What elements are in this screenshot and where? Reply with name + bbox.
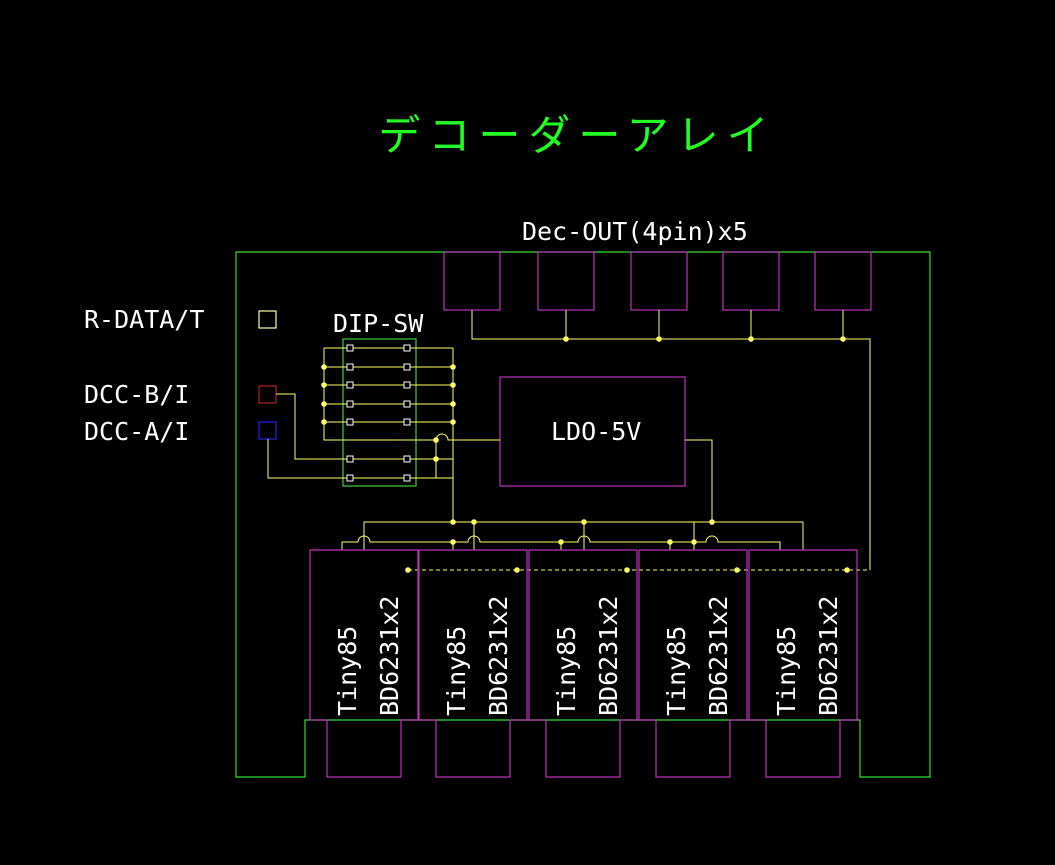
output-connector [630, 251, 688, 311]
decoder-module: Tiny85 BD6231x2 [309, 549, 419, 778]
ldo-label: LDO-5V [551, 417, 641, 446]
module-chip-label: Tiny85 [552, 626, 581, 716]
dip-switch-frame [342, 338, 417, 487]
dcc-b-label: DCC-B/I [84, 380, 189, 409]
module-driver-label: BD6231x2 [484, 596, 513, 716]
decoder-module: Tiny85 BD6231x2 [528, 549, 638, 778]
module-driver-label: BD6231x2 [594, 596, 623, 716]
module-chip-label: Tiny85 [772, 626, 801, 716]
dec-out-label: Dec-OUT(4pin)x5 [522, 217, 748, 246]
output-connector [537, 251, 595, 311]
output-connector [443, 251, 501, 311]
output-connector [814, 251, 872, 311]
output-connector [722, 251, 780, 311]
dip-sw-label: DIP-SW [333, 309, 424, 338]
dip-switch-pads [346, 344, 411, 482]
decoder-module: Tiny85 BD6231x2 [748, 549, 858, 778]
decoder-module: Tiny85 BD6231x2 [418, 549, 528, 778]
decoder-array-diagram: Tiny85 BD6231x2 Tiny85 BD6231x2 Tiny85 BD6231… [84, 217, 931, 778]
decoder-modules: Tiny85 BD6231x2 Tiny85 BD6231x2 Tiny85 BD6231… [309, 549, 858, 778]
decoder-module: Tiny85 BD6231x2 [638, 549, 748, 778]
dcc-a-label: DCC-A/I [84, 417, 189, 446]
module-driver-label: BD6231x2 [704, 596, 733, 716]
output-connectors [443, 251, 872, 311]
junction-dots [321, 336, 850, 573]
module-driver-label: BD6231x2 [814, 596, 843, 716]
dcc-a-pad [258, 421, 277, 440]
module-chip-label: Tiny85 [442, 626, 471, 716]
module-driver-label: BD6231x2 [375, 596, 404, 716]
r-data-pad [258, 310, 277, 329]
r-data-label: R-DATA/T [84, 305, 204, 334]
module-chip-label: Tiny85 [662, 626, 691, 716]
dcc-b-pad [258, 385, 277, 404]
module-chip-label: Tiny85 [333, 626, 362, 716]
